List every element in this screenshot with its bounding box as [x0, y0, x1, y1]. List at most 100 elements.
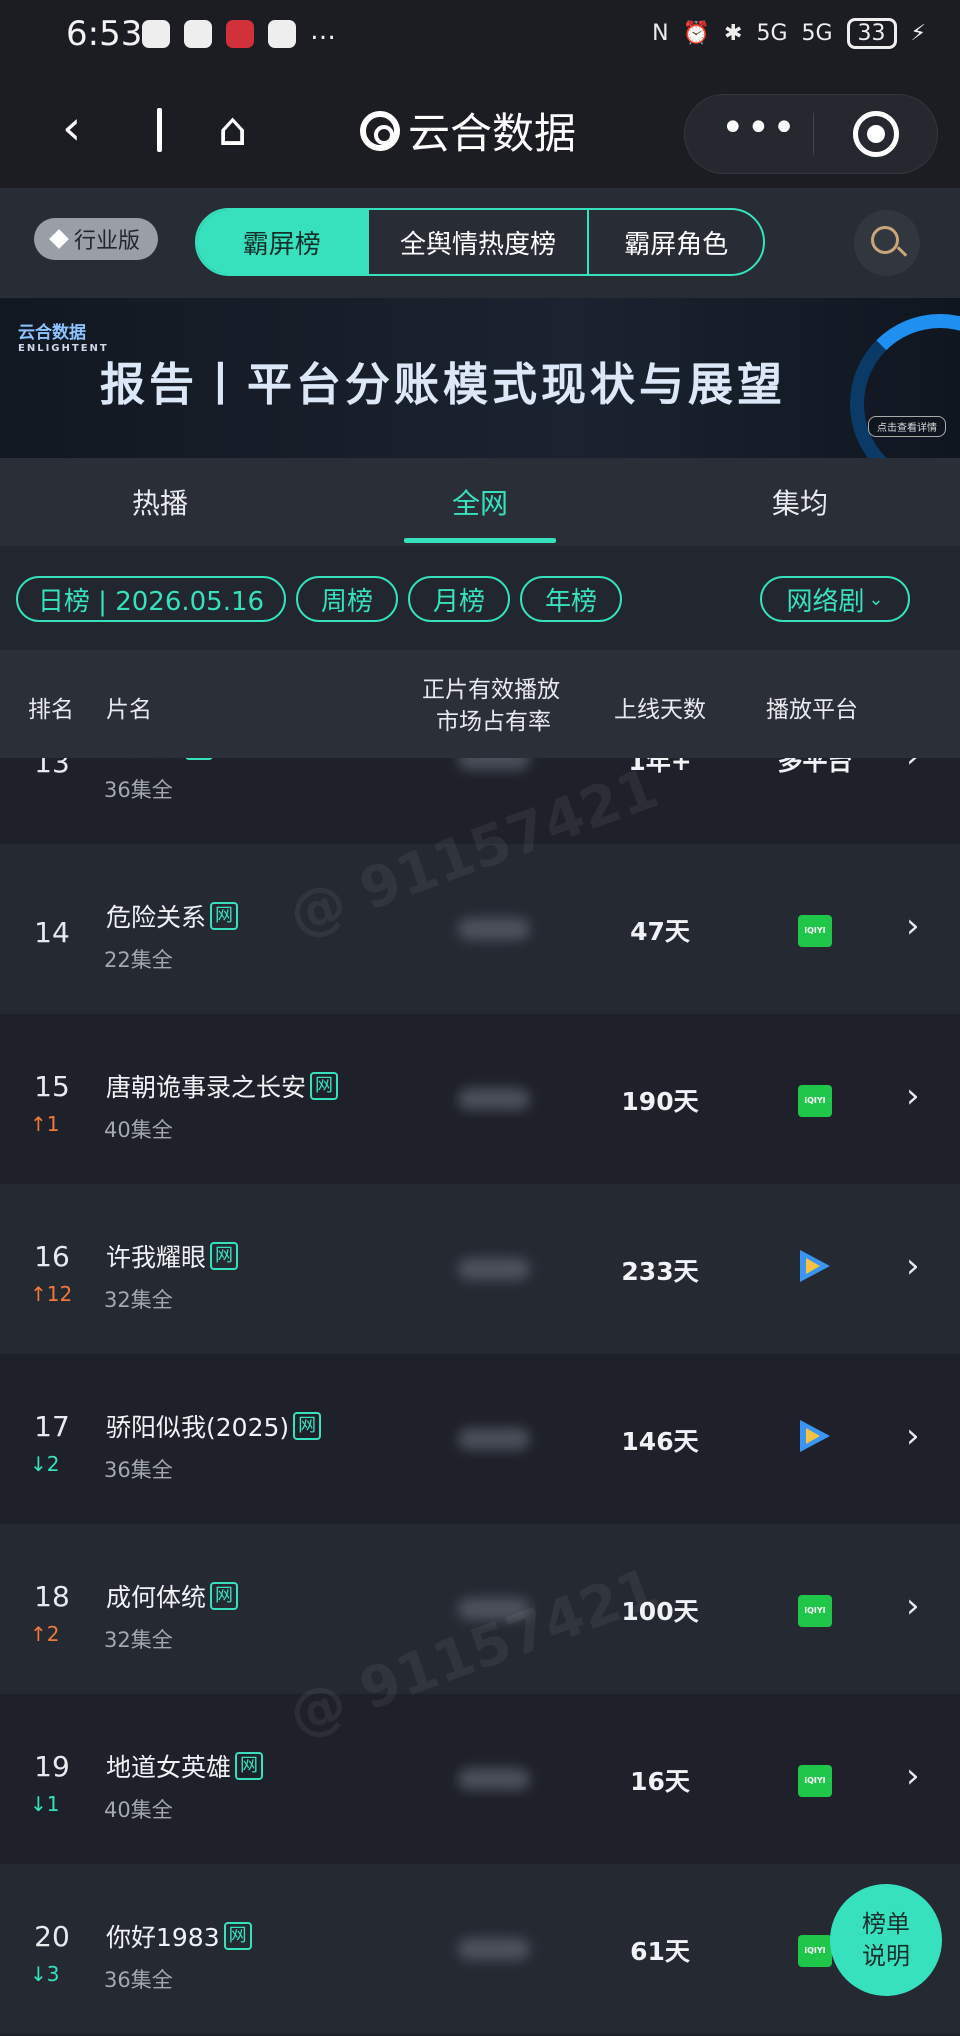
table-row[interactable]: 16 ↑12 许我耀眼网 32集全 233天 › — [0, 1184, 960, 1354]
episode-count: 40集全 — [104, 1798, 173, 1822]
show-title: 骄阳似我(2025) 网 — [106, 1408, 322, 1444]
rank-number: 17 — [34, 1410, 70, 1443]
table-row[interactable]: 13 恋无双 网 36集全 1年+ 多平台 › — [0, 758, 960, 844]
weekly-chart-chip[interactable]: 周榜 — [296, 576, 398, 622]
header-platform: 播放平台 — [766, 697, 858, 723]
iqiyi-icon: iQIYI — [798, 1085, 832, 1117]
ranking-type-bar: 行业版 霸屏榜 全舆情热度榜 霸屏角色 — [0, 188, 960, 298]
close-miniprogram-icon[interactable] — [853, 111, 899, 157]
nfc-icon: N — [652, 21, 669, 46]
web-series-tag: 网 — [210, 1242, 239, 1270]
tencent-video-icon — [800, 1420, 830, 1452]
table-row[interactable]: 20↓3你好1983网36集全61天iQIYI› — [0, 1864, 960, 2034]
rank-number: 13 — [34, 758, 70, 779]
battery-icon: 33 — [846, 18, 897, 49]
banner-brand: 云合数据 — [18, 323, 86, 343]
banner-title: 报告丨平台分账模式现状与展望 — [100, 358, 787, 411]
monthly-chart-chip[interactable]: 月榜 — [408, 576, 510, 622]
banner-brand-en: ENLIGHTENT — [18, 343, 109, 354]
days-online: 233天 — [621, 1257, 699, 1286]
chevron-right-icon[interactable]: › — [906, 1756, 920, 1796]
show-title-text: 成何体统 — [106, 1583, 207, 1612]
category-dropdown-label: 网络剧 — [786, 586, 865, 617]
web-series-tag: 网 — [185, 758, 214, 760]
tencent-video-icon — [800, 1250, 830, 1282]
fab-line1: 榜单 — [862, 1910, 910, 1938]
web-series-tag: 网 — [223, 1922, 252, 1950]
search-icon[interactable] — [854, 210, 920, 276]
segment-baping-role[interactable]: 霸屏角色 — [587, 210, 763, 274]
web-series-tag: 网 — [235, 1752, 264, 1780]
table-row[interactable]: 14 危险关系网 22集全 47天 iQIYI › — [0, 844, 960, 1014]
iqiyi-icon: iQIYI — [798, 1595, 832, 1627]
rank-change: ↑12 — [30, 1282, 73, 1306]
chevron-right-icon[interactable]: › — [906, 1586, 920, 1626]
tab-episode-avg[interactable]: 集均 — [772, 482, 828, 522]
web-series-tag: 网 — [293, 1412, 322, 1440]
chat-icon — [268, 20, 296, 48]
category-dropdown[interactable]: 网络剧 ⌄ — [760, 576, 910, 622]
platform: iQIYI — [740, 910, 890, 947]
platform: iQIYI — [740, 1590, 890, 1627]
header-share-line2: 市场占有率 — [436, 709, 551, 735]
yearly-chart-chip[interactable]: 年榜 — [520, 576, 622, 622]
episode-count: 40集全 — [104, 1118, 173, 1142]
banner-cta[interactable]: 点击查看详情 — [868, 416, 946, 437]
chevron-right-icon[interactable]: › — [906, 758, 920, 776]
days-online: 100天 — [621, 1597, 699, 1626]
notification-app-icon — [184, 20, 212, 48]
edition-badge-label: 行业版 — [74, 229, 141, 254]
days-online: 61天 — [630, 1937, 690, 1966]
episode-count: 32集全 — [104, 1288, 173, 1312]
header-rank: 排名 — [28, 697, 74, 723]
chevron-right-icon[interactable]: › — [906, 1246, 920, 1286]
notification-app-icon — [142, 20, 170, 48]
market-share-blurred — [458, 1428, 530, 1450]
web-series-tag: 网 — [210, 1582, 239, 1610]
ranking-list: 13恋无双网36集全1年+多平台›14危险关系网22集全47天iQIYI›15↑… — [0, 758, 960, 2036]
banner-logo: 云合数据 ENLIGHTENT — [18, 318, 109, 354]
chevron-right-icon[interactable]: › — [906, 906, 920, 946]
more-icon[interactable]: ••• — [721, 105, 798, 151]
table-row[interactable]: 17 ↓2 骄阳似我(2025) 网 36集全 146天 › — [0, 1354, 960, 1524]
web-series-tag: 网 — [310, 1072, 339, 1100]
edition-badge[interactable]: 行业版 — [34, 218, 159, 260]
active-tab-indicator — [404, 538, 556, 543]
table-row[interactable]: 18 ↑2 成何体统网 32集全 100天 iQIYI › — [0, 1524, 960, 1694]
web-series-tag: 网 — [210, 902, 239, 930]
charging-icon: ⚡ — [910, 21, 926, 46]
diamond-icon — [49, 229, 69, 249]
show-title-text: 骄阳似我(2025) — [106, 1413, 290, 1442]
market-share-blurred — [458, 918, 530, 940]
days-online: 1年+ — [628, 758, 692, 776]
episode-count: 36集全 — [104, 1458, 173, 1482]
episode-count: 36集全 — [104, 1968, 173, 1992]
tab-all-network[interactable]: 全网 — [452, 482, 508, 522]
platform: iQIYI — [740, 1080, 890, 1117]
home-icon[interactable]: ⌂ — [218, 102, 247, 156]
table-row[interactable]: 19 ↓1 地道女英雄网 40集全 16天 iQIYI › — [0, 1694, 960, 1864]
table-row[interactable]: 15 ↑1 唐朝诡事录之长安网 40集全 190天 iQIYI › — [0, 1014, 960, 1184]
enlightent-logo-icon — [360, 110, 400, 151]
show-title-text: 恋无双 — [106, 758, 181, 764]
chevron-left-icon[interactable]: ‹ — [62, 100, 81, 156]
chevron-right-icon[interactable]: › — [906, 1076, 920, 1116]
tab-hot[interactable]: 热播 — [132, 482, 188, 522]
daily-chart-chip[interactable]: 日榜 | 2026.05.16 — [16, 576, 286, 622]
show-title-text: 唐朝诡事录之长安 — [106, 1073, 307, 1102]
rank-number: 18 — [34, 1580, 70, 1613]
chart-explanation-button[interactable]: 榜单 说明 — [830, 1884, 942, 1996]
rank-change: ↓3 — [30, 1962, 60, 1986]
filter-bar: 日榜 | 2026.05.16 周榜 月榜 年榜 网络剧 ⌄ — [0, 546, 960, 650]
segment-bapingbang[interactable]: 霸屏榜 — [197, 210, 367, 274]
report-banner[interactable]: 云合数据 ENLIGHTENT 报告丨平台分账模式现状与展望 点击查看详情 — [0, 298, 960, 458]
iqiyi-icon: iQIYI — [798, 1935, 832, 1967]
platform-text: 多平台 — [777, 758, 853, 776]
platform — [740, 1420, 890, 1458]
notification-app-icon — [226, 20, 254, 48]
chevron-down-icon: ⌄ — [868, 588, 884, 610]
rank-change: ↓2 — [30, 1452, 60, 1476]
segment-yuqing-heat[interactable]: 全舆情热度榜 — [366, 210, 588, 274]
platform: 多平台 — [740, 758, 890, 778]
chevron-right-icon[interactable]: › — [906, 1416, 920, 1456]
